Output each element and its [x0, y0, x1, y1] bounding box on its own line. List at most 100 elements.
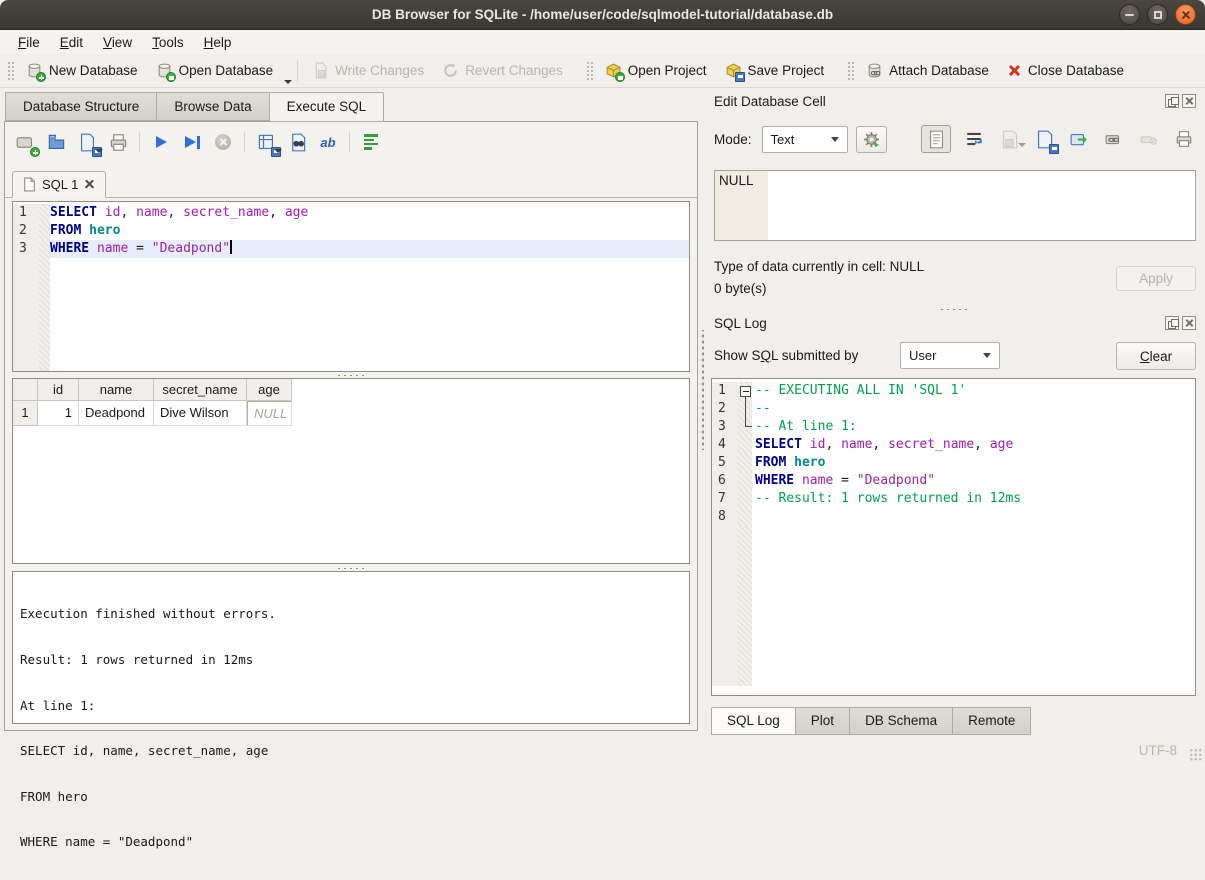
menu-help[interactable]: Help [194, 32, 242, 53]
text-cursor [230, 240, 232, 254]
execute-current-line-button[interactable] [180, 130, 204, 154]
code-token: -- [755, 401, 771, 416]
apply-button[interactable]: Apply [1116, 266, 1196, 291]
menu-file[interactable]: File [8, 32, 50, 53]
code-token: SELECT [50, 205, 97, 220]
cell-editor[interactable]: NULL [714, 170, 1196, 241]
tab-execute-sql[interactable]: Execute SQL [269, 92, 385, 122]
open-project-button[interactable]: Open Project [596, 58, 716, 83]
code-token: age [285, 205, 308, 220]
tab-browse-data[interactable]: Browse Data [156, 92, 268, 121]
cell-age-selected[interactable]: NULL [247, 401, 292, 426]
open-database-button[interactable]: Open Database [147, 58, 283, 83]
find-button[interactable] [285, 130, 309, 154]
dock-tab-remote[interactable]: Remote [952, 707, 1031, 735]
word-wrap-button[interactable] [962, 127, 986, 151]
toolbar-drag-handle[interactable] [586, 61, 593, 81]
new-database-button[interactable]: New Database [17, 58, 147, 83]
code-token: = [833, 473, 856, 488]
set-null-button[interactable] [1137, 127, 1161, 151]
open-sql-file-button[interactable] [44, 130, 68, 154]
save-sql-file-button[interactable] [75, 130, 99, 154]
replace-button[interactable]: ab [316, 130, 340, 154]
mode-select[interactable]: Text [762, 126, 848, 153]
resize-grip[interactable] [1189, 748, 1202, 761]
link-icon [1105, 130, 1123, 148]
print-sql-button[interactable] [106, 130, 130, 154]
import-cell-data-button[interactable] [1032, 127, 1056, 151]
code-token: FROM [755, 455, 786, 470]
save-sql-dropdown-caret-icon[interactable] [95, 149, 103, 153]
maximize-button[interactable] [1147, 4, 1168, 25]
close-dock-icon[interactable] [1182, 316, 1196, 330]
format-sql-button[interactable] [359, 130, 383, 154]
close-sql-tab-icon[interactable] [84, 179, 95, 190]
column-header-id[interactable]: id [38, 379, 79, 401]
close-button[interactable] [1175, 4, 1196, 25]
cell-name[interactable]: Deadpond [79, 401, 154, 426]
editor-line-current: 3 WHERE name = "Deadpond" [13, 240, 689, 258]
chevron-down-icon [831, 137, 839, 142]
sql-file-tab[interactable]: SQL 1 [12, 171, 106, 198]
auto-switch-mode-button[interactable] [856, 126, 887, 153]
write-changes-button[interactable]: Write Changes [303, 58, 433, 83]
export-dropdown-caret-icon[interactable] [274, 149, 282, 153]
text-mode-button[interactable] [921, 125, 951, 153]
close-database-button[interactable]: Close Database [998, 59, 1133, 82]
fold-margin [737, 454, 752, 472]
row-header[interactable]: 1 [13, 401, 38, 426]
column-header-age[interactable]: age [247, 379, 292, 401]
line-number: 2 [712, 400, 737, 418]
menu-tools[interactable]: Tools [142, 32, 194, 53]
line-number: 4 [712, 436, 737, 454]
column-header-secret-name[interactable]: secret_name [154, 379, 247, 401]
open-database-dropdown-caret-icon[interactable] [284, 80, 292, 84]
clear-log-button[interactable]: Clear [1116, 342, 1196, 370]
toolbar-drag-handle[interactable] [847, 61, 854, 81]
log-filter-select[interactable]: User [900, 342, 1000, 369]
float-dock-icon[interactable] [1165, 94, 1179, 108]
close-dock-icon[interactable] [1182, 94, 1196, 108]
cell-type-info: Type of data currently in cell: NULL [714, 259, 924, 274]
save-project-button[interactable]: Save Project [716, 58, 834, 83]
stop-execution-button[interactable] [211, 130, 235, 154]
cell-id[interactable]: 1 [38, 401, 79, 426]
code-line: -- EXECUTING ALL IN 'SQL 1' [752, 382, 1195, 400]
dock-tab-sql-log[interactable]: SQL Log [711, 707, 795, 735]
editor-line: 1 SELECT id, name, secret_name, age [13, 204, 689, 222]
print-cell-button[interactable] [1172, 127, 1196, 151]
export-results-button[interactable] [254, 130, 278, 154]
toolbar-drag-handle[interactable] [7, 61, 14, 81]
sql-document-icon [23, 177, 36, 192]
dock-splitter[interactable] [712, 306, 1196, 312]
revert-changes-button[interactable]: Revert Changes [433, 58, 572, 83]
results-table[interactable]: id name secret_name age 1 1 Deadpond Div… [12, 378, 690, 564]
attach-database-button[interactable]: Attach Database [857, 58, 998, 83]
execution-status-box[interactable]: Execution finished without errors. Resul… [12, 571, 690, 724]
replace-letters-icon: ab [320, 135, 335, 150]
code-token: , [120, 205, 136, 220]
code-line [752, 508, 1195, 526]
execute-all-button[interactable] [149, 130, 173, 154]
tab-database-structure[interactable]: Database Structure [5, 92, 156, 121]
fold-marker-icon[interactable] [737, 382, 752, 400]
float-dock-icon[interactable] [1165, 316, 1179, 330]
sql-tab-label: SQL 1 [42, 177, 78, 192]
column-header-name[interactable]: name [79, 379, 154, 401]
sql-editor[interactable]: 1 SELECT id, name, secret_name, age 2 FR… [12, 201, 690, 372]
code-token: hero [794, 455, 825, 470]
minimize-button[interactable] [1119, 4, 1140, 25]
save-dropdown-caret-icon[interactable] [1018, 143, 1026, 147]
encoding-indicator[interactable]: UTF-8 [1139, 743, 1177, 758]
export-cell-data-button[interactable] [1067, 127, 1091, 151]
cell-secret-name[interactable]: Dive Wilson [154, 401, 247, 426]
menu-edit[interactable]: Edit [50, 32, 93, 53]
new-sql-tab-button[interactable] [13, 130, 37, 154]
save-cell-button[interactable] [997, 127, 1021, 151]
panel-splitter[interactable] [699, 330, 706, 450]
sql-log-view[interactable]: 1 -- EXECUTING ALL IN 'SQL 1' 2 -- 3 -- … [711, 378, 1196, 696]
menu-view[interactable]: View [93, 32, 142, 53]
dock-tab-db-schema[interactable]: DB Schema [849, 707, 952, 735]
dock-tab-plot[interactable]: Plot [795, 707, 849, 735]
open-in-external-button[interactable] [1102, 127, 1126, 151]
